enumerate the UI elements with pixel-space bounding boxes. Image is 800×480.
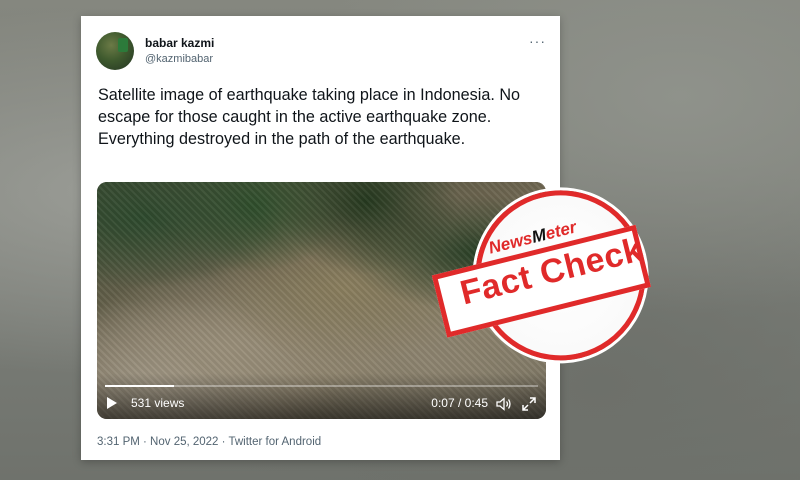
tweet-text: Satellite image of earthquake taking pla… [98,86,521,148]
avatar[interactable] [96,32,134,70]
view-count: 531 views [131,396,185,410]
author-name[interactable]: babar kazmi [145,36,214,50]
volume-icon[interactable] [496,397,512,411]
tweet-meta[interactable]: 3:31 PM · Nov 25, 2022 · Twitter for And… [97,436,321,448]
author-handle[interactable]: @kazmibabar [145,53,213,65]
play-icon[interactable] [107,397,117,409]
more-options-icon[interactable]: ··· [529,33,546,49]
video-progress-fill [105,385,175,387]
fullscreen-icon[interactable] [522,397,536,411]
video-time: 0:07 / 0:45 [431,396,488,410]
